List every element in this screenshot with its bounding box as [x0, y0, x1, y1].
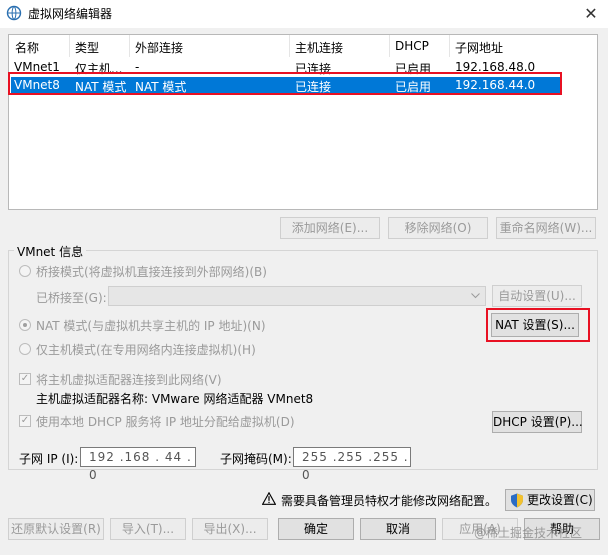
import-button[interactable]: 导入(T)...	[110, 518, 186, 540]
hostonly-radio[interactable]	[19, 343, 31, 355]
watermark: @稀土掘金技术社区	[474, 526, 583, 540]
change-settings-label: 更改设置(C)	[527, 493, 593, 507]
list-header: 名称 类型 外部连接 主机连接 DHCP 子网地址	[9, 35, 597, 57]
export-button[interactable]: 导出(X)...	[192, 518, 268, 540]
column-header-type[interactable]: 类型	[75, 39, 99, 56]
nat-radio[interactable]	[19, 319, 31, 331]
add-network-button[interactable]: 添加网络(E)...	[280, 217, 380, 239]
shield-icon	[511, 493, 523, 508]
auto-settings-button[interactable]: 自动设置(U)...	[492, 285, 582, 307]
column-header-external[interactable]: 外部连接	[135, 39, 183, 56]
ok-button[interactable]: 确定	[278, 518, 354, 540]
dropdown-arrow-icon	[471, 293, 480, 299]
dhcp-label: 使用本地 DHCP 服务将 IP 地址分配给虚拟机(D)	[36, 415, 295, 429]
bridged-label: 桥接模式(将虚拟机直接连接到外部网络)(B)	[36, 265, 267, 279]
bridged-to-label: 已桥接至(G):	[36, 291, 107, 305]
vmnet-info-title: VMnet 信息	[14, 243, 87, 260]
column-divider	[69, 35, 70, 57]
bridged-to-select[interactable]	[108, 286, 486, 306]
connect-adapter-checkbox[interactable]: ✓	[19, 373, 31, 385]
close-icon[interactable]: ✕	[574, 0, 608, 28]
column-divider	[389, 35, 390, 57]
admin-notice: 需要具备管理员特权才能修改网络配置。	[281, 494, 498, 508]
column-divider	[289, 35, 290, 57]
connect-adapter-label: 将主机虚拟适配器连接到此网络(V)	[36, 373, 222, 387]
warning-icon	[262, 492, 276, 505]
network-list[interactable]: 名称 类型 外部连接 主机连接 DHCP 子网地址 VMnet1 仅主机... …	[8, 34, 598, 210]
column-divider	[129, 35, 130, 57]
bridged-radio[interactable]	[19, 265, 31, 277]
dhcp-settings-button[interactable]: DHCP 设置(P)...	[492, 411, 583, 433]
rename-network-button[interactable]: 重命名网络(W)...	[496, 217, 596, 239]
column-divider	[449, 35, 450, 57]
subnet-mask-field[interactable]: 255 .255 .255 . 0	[293, 447, 411, 482]
adapter-name-label: 主机虚拟适配器名称: VMware 网络适配器 VMnet8	[36, 392, 314, 406]
checkbox-check-icon: ✓	[20, 373, 30, 384]
nat-settings-highlight	[486, 308, 590, 342]
window-title: 虚拟网络编辑器	[28, 7, 113, 21]
network-icon	[6, 5, 22, 21]
subnet-ip-field[interactable]: 192 .168 . 44 . 0	[80, 447, 196, 482]
selected-row-highlight	[8, 72, 562, 95]
column-header-dhcp[interactable]: DHCP	[395, 39, 429, 53]
subnet-mask-label: 子网掩码(M):	[220, 452, 292, 466]
remove-network-button[interactable]: 移除网络(O)	[388, 217, 488, 239]
vmnet-info-group	[8, 250, 598, 470]
cancel-button[interactable]: 取消	[360, 518, 436, 540]
hostonly-label: 仅主机模式(在专用网络内连接虚拟机)(H)	[36, 343, 256, 357]
nat-label: NAT 模式(与虚拟机共享主机的 IP 地址)(N)	[36, 319, 266, 333]
column-header-host[interactable]: 主机连接	[295, 39, 343, 56]
change-settings-button[interactable]: 更改设置(C)	[505, 489, 595, 511]
column-header-name[interactable]: 名称	[15, 39, 39, 56]
subnet-ip-label: 子网 IP (I):	[19, 452, 79, 466]
restore-defaults-button[interactable]: 还原默认设置(R)	[8, 518, 104, 540]
checkbox-check-icon: ✓	[20, 415, 30, 426]
column-header-subnet[interactable]: 子网地址	[455, 39, 503, 56]
dhcp-checkbox[interactable]: ✓	[19, 415, 31, 427]
title-bar: 虚拟网络编辑器 ✕	[0, 0, 608, 28]
